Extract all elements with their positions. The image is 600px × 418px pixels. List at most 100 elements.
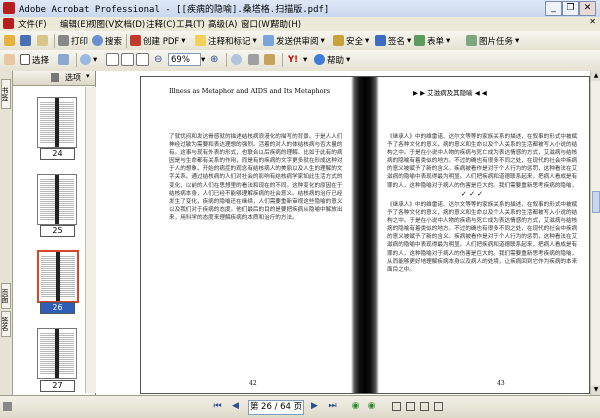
left-page-number: 42 (249, 380, 257, 387)
page-thumbnail[interactable] (37, 174, 77, 225)
fit-page-button[interactable] (121, 53, 134, 66)
previous-page-button[interactable]: ◀ (230, 401, 241, 412)
thumbnail-label: 25 (40, 225, 75, 237)
continuous-facing-icon[interactable] (434, 402, 443, 411)
single-page-icon[interactable] (392, 402, 401, 411)
chevron-down-icon: ▾ (515, 35, 520, 46)
picture-tasks-button[interactable]: 图片任务 ▾ (466, 34, 519, 47)
menu-comment[interactable]: 注释(C) (146, 18, 176, 30)
email-button[interactable] (37, 34, 48, 47)
zoom-dropdown[interactable]: ▾ (201, 53, 205, 66)
print-button[interactable]: 打印 (58, 34, 88, 47)
menu-document[interactable]: 文档(D) (115, 18, 145, 30)
layout-button[interactable] (248, 53, 259, 66)
help-icon (314, 54, 325, 65)
previous-view-button[interactable]: ◉ (350, 401, 361, 412)
chevron-down-icon: ▾ (181, 35, 186, 46)
right-page: ▶ ▶ 艾滋病及其隐喻 ◀ ◀ 《继承人》中的维雷诺、达尔文等等的家族关系的描述… (379, 77, 589, 393)
trash-icon[interactable] (51, 73, 59, 82)
page-thumbnail-selected[interactable] (37, 250, 79, 303)
page-thumbnail[interactable] (37, 97, 77, 148)
page-number-field[interactable]: 第 26 / 64 页 (248, 400, 304, 415)
hand-tool-button[interactable] (4, 53, 15, 66)
chevron-down-icon: ▾ (201, 54, 206, 65)
sign-button[interactable]: 签名 ▾ (375, 34, 411, 47)
next-view-button[interactable]: ◉ (366, 401, 377, 412)
book-icon (264, 54, 275, 65)
close-button[interactable]: ✕ (579, 1, 596, 16)
menu-advanced[interactable]: 高级(A) (208, 18, 237, 30)
previous-page-icon: ◀ (232, 401, 239, 411)
zoom-tool-button[interactable]: ▾ (80, 53, 97, 66)
scrollbar-thumb[interactable] (592, 191, 600, 213)
zoom-input[interactable]: 69% (168, 53, 201, 66)
options-button[interactable]: 选项 (65, 72, 81, 83)
snapshot-button[interactable] (58, 53, 69, 66)
send-review-button[interactable]: 发送供审阅 ▾ (263, 34, 325, 47)
document-scrollbar[interactable]: ▲ ▼ (590, 71, 600, 395)
read-button[interactable] (264, 53, 275, 66)
secure-button[interactable]: 安全 ▾ (333, 34, 369, 47)
help-button[interactable]: 帮助 ▾ (314, 53, 350, 66)
menu-edit[interactable]: 编辑(E) (60, 18, 89, 30)
create-pdf-icon (130, 35, 141, 46)
chevron-down-icon: ▾ (446, 35, 451, 46)
tab-pages[interactable]: 页面 (1, 283, 11, 309)
minus-icon: ⊖ (154, 54, 163, 65)
tab-signatures[interactable]: 签名 (1, 311, 11, 337)
document-area[interactable]: Illness as Metaphor and AIDS and Its Met… (96, 71, 590, 395)
select-tool-button[interactable]: 选择 (20, 53, 49, 66)
first-page-button[interactable]: ⏮ (212, 401, 223, 412)
continuous-icon[interactable] (406, 402, 415, 411)
comment-button[interactable]: 注释和标记 ▾ (195, 34, 257, 47)
yahoo-dropdown[interactable]: ▾ (303, 53, 307, 66)
scroll-down-icon[interactable]: ▼ (591, 385, 600, 395)
status-bar: ⏮ ◀ 第 26 / 64 页 ▶ ⏭ ◉ ◉ (0, 395, 600, 418)
tab-bookmarks[interactable]: 书签 (1, 79, 11, 109)
chevron-down-icon[interactable]: ▾ (86, 72, 90, 80)
page-thumbnail[interactable] (37, 328, 77, 379)
minimize-button[interactable]: _ (545, 1, 562, 16)
rotate-button[interactable] (231, 53, 242, 66)
create-pdf-label: 创建 PDF (143, 36, 180, 47)
yahoo-button[interactable]: Y! (288, 53, 298, 66)
zoom-out-button[interactable]: ⊖ (154, 53, 162, 66)
actual-size-button[interactable] (106, 53, 119, 66)
chevron-down-icon: ▾ (365, 35, 370, 46)
panel-scrollbar[interactable] (85, 87, 96, 393)
menu-window[interactable]: 窗口(W) (241, 18, 273, 30)
first-page-icon: ⏮ (213, 401, 222, 411)
picture-icon (466, 35, 477, 46)
create-pdf-button[interactable]: 创建 PDF ▾ (130, 34, 186, 47)
thumbnail-label: 24 (40, 148, 75, 160)
fit-page-icon (121, 53, 134, 66)
menu-help[interactable]: 帮助(H) (271, 18, 301, 30)
menu-file[interactable]: 文件(F) (18, 18, 47, 30)
pages-panel-header: 选项 ▾ (13, 71, 95, 86)
title-bar: Adobe Acrobat Professional - [[疾病的隐喻].桑塔… (0, 0, 600, 18)
yahoo-icon: Y! (288, 54, 299, 65)
fit-width-button[interactable] (136, 53, 149, 66)
navigation-tab-strip: 书签 页面 签名 (0, 71, 13, 395)
note-icon (195, 35, 206, 46)
page-size-icon (3, 402, 12, 411)
back-icon: ◉ (351, 401, 360, 411)
save-button[interactable] (20, 34, 31, 47)
menu-tools[interactable]: 工具(T) (176, 18, 205, 30)
form-icon (414, 35, 425, 46)
last-page-button[interactable]: ⏭ (327, 401, 338, 412)
menu-view[interactable]: 视图(V) (88, 18, 117, 30)
layout-icon (248, 54, 259, 65)
menu-close-icon[interactable]: ✕ (589, 17, 596, 26)
forms-button[interactable]: 表单 ▾ (414, 34, 450, 47)
doc-icon (3, 18, 14, 29)
search-button[interactable]: 搜索 (92, 34, 122, 47)
zoom-in-button[interactable]: ⊕ (210, 53, 218, 66)
open-button[interactable] (4, 34, 15, 47)
left-page-text: 了就忧闷和发达骨感就的描述结核病浪漫化的描写的背景。于是人人们神经过敏为需要和表… (169, 134, 343, 221)
next-page-button[interactable]: ▶ (309, 401, 320, 412)
restore-button[interactable]: ❐ (562, 1, 579, 16)
chevron-down-icon: ▾ (407, 35, 412, 46)
facing-icon[interactable] (420, 402, 429, 411)
scroll-up-icon[interactable]: ▲ (591, 71, 600, 81)
